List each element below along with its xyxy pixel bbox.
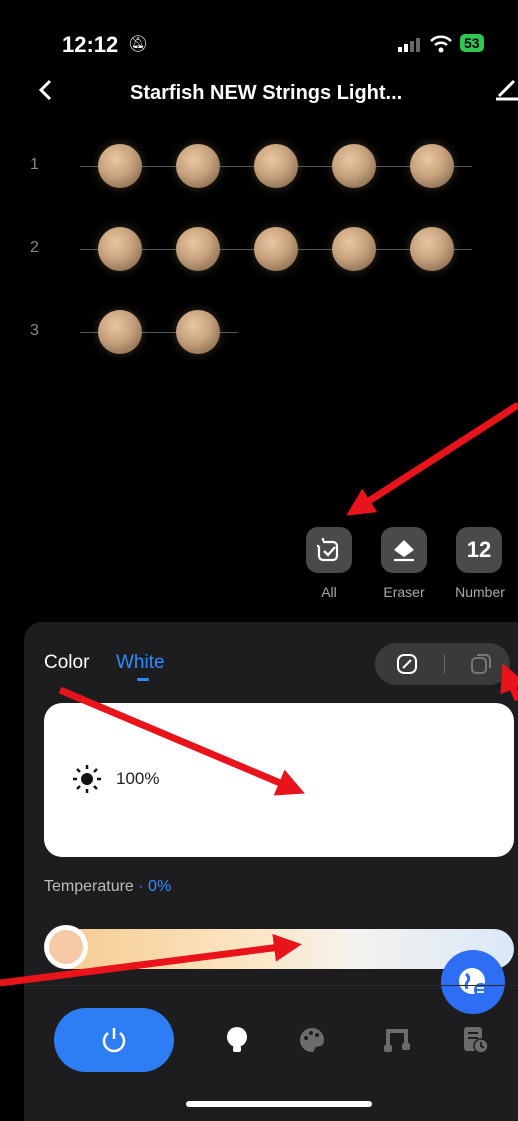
annotation-arrow [0,933,302,987]
annotation-arrow [58,686,305,796]
annotation-arrow [346,402,518,516]
annotation-arrows [0,402,518,987]
annotation-arrow [500,663,518,702]
